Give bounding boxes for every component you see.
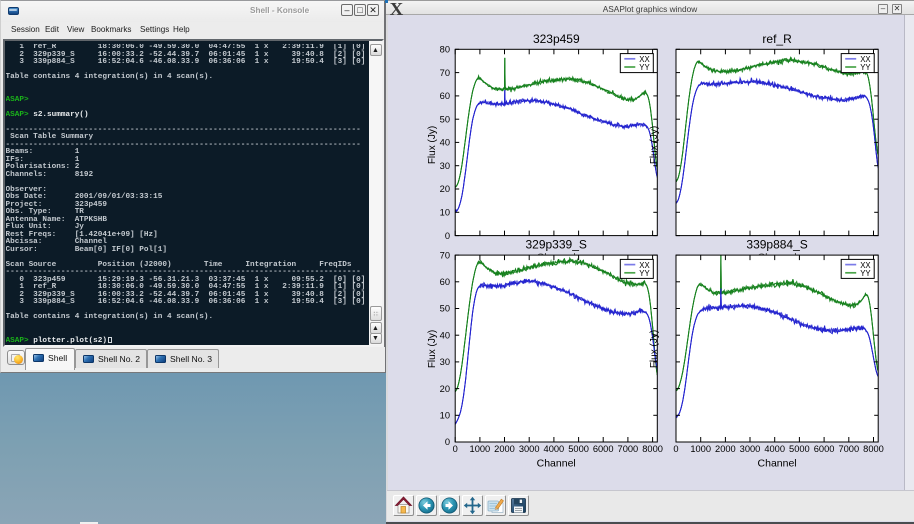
svg-text:1000: 1000: [690, 444, 711, 454]
svg-text:60: 60: [440, 91, 450, 101]
svg-text:0: 0: [445, 231, 450, 241]
svg-text:4000: 4000: [764, 444, 785, 454]
svg-text:40: 40: [440, 138, 450, 148]
svg-text:40: 40: [440, 330, 450, 340]
svg-text:0: 0: [453, 444, 458, 454]
svg-text:20: 20: [440, 384, 450, 394]
svg-text:10: 10: [440, 411, 450, 421]
svg-text:Channel: Channel: [537, 457, 576, 469]
svg-text:2000: 2000: [494, 444, 515, 454]
svg-text:323p459: 323p459: [533, 32, 580, 46]
svg-text:70: 70: [440, 250, 450, 260]
svg-text:YY: YY: [639, 269, 650, 278]
svg-text:50: 50: [440, 114, 450, 124]
svg-text:3000: 3000: [519, 444, 540, 454]
svg-text:20: 20: [440, 184, 450, 194]
svg-text:339p884_S: 339p884_S: [746, 238, 807, 252]
svg-text:70: 70: [440, 68, 450, 78]
svg-text:6000: 6000: [593, 444, 614, 454]
svg-text:Flux (Jy): Flux (Jy): [427, 330, 438, 368]
svg-text:5000: 5000: [568, 444, 589, 454]
svg-text:1000: 1000: [470, 444, 491, 454]
svg-text:3000: 3000: [740, 444, 761, 454]
svg-text:ref_R: ref_R: [762, 32, 792, 46]
svg-text:5000: 5000: [789, 444, 810, 454]
svg-text:Flux (Jy): Flux (Jy): [427, 126, 438, 164]
svg-text:4000: 4000: [544, 444, 565, 454]
svg-text:50: 50: [440, 304, 450, 314]
svg-text:30: 30: [440, 161, 450, 171]
svg-text:8000: 8000: [642, 444, 663, 454]
svg-text:30: 30: [440, 357, 450, 367]
svg-text:0: 0: [445, 437, 450, 447]
svg-text:60: 60: [440, 277, 450, 287]
svg-text:10: 10: [440, 208, 450, 218]
svg-text:Flux (Jy): Flux (Jy): [649, 126, 660, 164]
svg-text:0: 0: [673, 444, 678, 454]
svg-text:7000: 7000: [618, 444, 639, 454]
svg-text:YY: YY: [860, 63, 871, 72]
svg-text:YY: YY: [639, 63, 650, 72]
svg-text:329p339_S: 329p339_S: [525, 238, 586, 252]
svg-text:6000: 6000: [814, 444, 835, 454]
svg-text:8000: 8000: [863, 444, 884, 454]
svg-text:Channel: Channel: [758, 457, 797, 469]
svg-text:2000: 2000: [715, 444, 736, 454]
svg-text:80: 80: [440, 45, 450, 55]
svg-text:7000: 7000: [838, 444, 859, 454]
svg-text:YY: YY: [860, 269, 871, 278]
svg-text:Flux (Jy): Flux (Jy): [649, 330, 660, 368]
